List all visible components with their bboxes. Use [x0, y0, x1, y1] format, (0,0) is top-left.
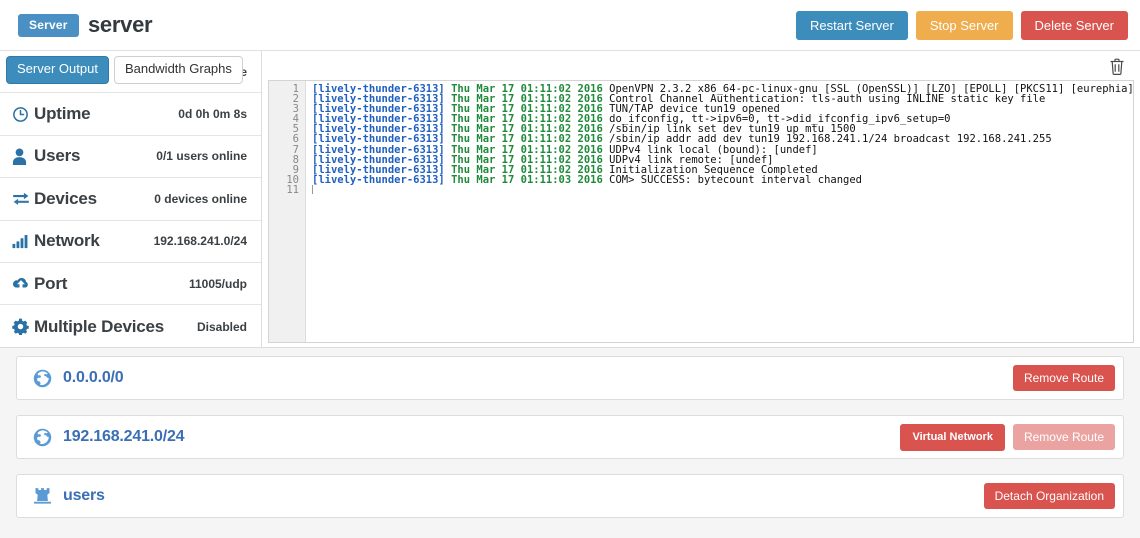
server-header: Server server Restart Server Stop Server D… [0, 0, 1140, 51]
log-message: COM> SUCCESS: bytecount interval changed [609, 173, 863, 186]
log-timestamp: Thu Mar 17 01:11:03 2016 [451, 173, 603, 186]
status-value: Disabled [196, 319, 247, 334]
remove-route-button: Remove Route [1012, 424, 1115, 450]
organization-card: users Detach Organization [16, 474, 1124, 518]
detach-organization-button[interactable]: Detach Organization [983, 483, 1115, 509]
log-line-number: 11 [286, 183, 299, 196]
cloud-upload-icon [12, 274, 34, 294]
page-title: server [88, 12, 153, 37]
log-line-number: 5 [292, 123, 299, 136]
gear-icon [12, 317, 34, 337]
user-icon [12, 146, 34, 166]
status-row-uptime: Uptime 0d 0h 0m 8s [0, 93, 261, 136]
log-line-container: [lively-thunder-6313] Thu Mar 17 01:11:0… [307, 81, 1133, 342]
delete-server-button[interactable]: Delete Server [1020, 11, 1128, 40]
tab-bandwidth-graphs[interactable]: Bandwidth Graphs [113, 56, 243, 84]
clock-icon [12, 104, 34, 124]
exchange-icon [12, 189, 34, 209]
card-actions: Virtual Network Remove Route [900, 423, 1115, 451]
globe-icon [33, 368, 57, 388]
status-label: Port [34, 273, 68, 293]
card-actions: Remove Route [1012, 365, 1115, 391]
log-line-number: 7 [292, 143, 299, 156]
status-row-network: Network 192.168.241.0/24 [0, 221, 261, 263]
log-line-number: 6 [292, 133, 299, 146]
card-title: 192.168.241.0/24 [63, 428, 185, 445]
status-value: 0d 0h 0m 8s [178, 107, 247, 122]
route-card: 192.168.241.0/24 Virtual Network Remove Ro… [16, 415, 1124, 459]
status-row-port: Port 11005/udp [0, 263, 261, 306]
status-row-devices: Devices 0 devices online [0, 178, 261, 221]
remove-route-button[interactable]: Remove Route [1012, 365, 1115, 391]
status-label: Uptime [34, 104, 91, 124]
route-card: 0.0.0.0/0 Remove Route [16, 356, 1124, 400]
status-value: 0 devices online [154, 191, 247, 206]
tab-server-output[interactable]: Server Output [6, 56, 109, 84]
log-line-number: 2 [292, 93, 299, 106]
log-line-number: 4 [292, 113, 299, 126]
status-row-users: Users 0/1 users online [0, 136, 261, 179]
status-label: Multiple Devices [34, 316, 165, 336]
log-line-number: 8 [292, 153, 299, 166]
status-label: Devices [34, 188, 97, 208]
virtual-network-badge[interactable]: Virtual Network [900, 423, 1005, 451]
globe-icon [33, 427, 57, 447]
log-line-number: 3 [292, 103, 299, 116]
server-type-badge: Server [18, 14, 79, 37]
server-output-log[interactable]: 1 2 3 4 5 6 7 8 9 10 11 [lively-thunder-6313] Thu … [268, 80, 1134, 343]
server-status-panel: StatusOnlineUptime0d 0h 0m 8sUsers0/1 us… [0, 51, 262, 348]
card-title: users [63, 487, 105, 504]
status-value: 192.168.241.0/24 [153, 234, 247, 249]
status-value: 0/1 users online [156, 149, 247, 164]
output-tabs: Server Output Bandwidth Graphs [6, 56, 243, 84]
card-title: 0.0.0.0/0 [63, 369, 124, 386]
signal-icon [12, 231, 34, 251]
header-actions: Restart Server Stop Server Delete Server [796, 11, 1128, 40]
status-label: Users [34, 146, 81, 166]
text-caret [312, 184, 313, 194]
log-line: [lively-thunder-6313] Thu Mar 17 01:11:0… [312, 173, 1133, 186]
log-line-number-gutter: 1 2 3 4 5 6 7 8 9 10 11 [269, 81, 306, 342]
status-row-multiple-devices: Multiple Devices Disabled [0, 305, 261, 347]
status-label: Network [34, 231, 100, 251]
status-value: 11005/udp [188, 276, 247, 291]
organization-icon [33, 486, 57, 506]
log-line [312, 184, 1133, 195]
card-actions: Detach Organization [983, 483, 1115, 509]
trash-icon[interactable] [1106, 56, 1128, 78]
log-server-tag: [lively-thunder-6313] [312, 173, 445, 186]
stop-server-button[interactable]: Stop Server [915, 11, 1013, 40]
log-line-number: 1 [292, 83, 299, 95]
restart-server-button[interactable]: Restart Server [796, 11, 908, 40]
route-and-org-cards: 0.0.0.0/0 Remove Route 192.168.241.0/24 Vir… [0, 356, 1140, 533]
